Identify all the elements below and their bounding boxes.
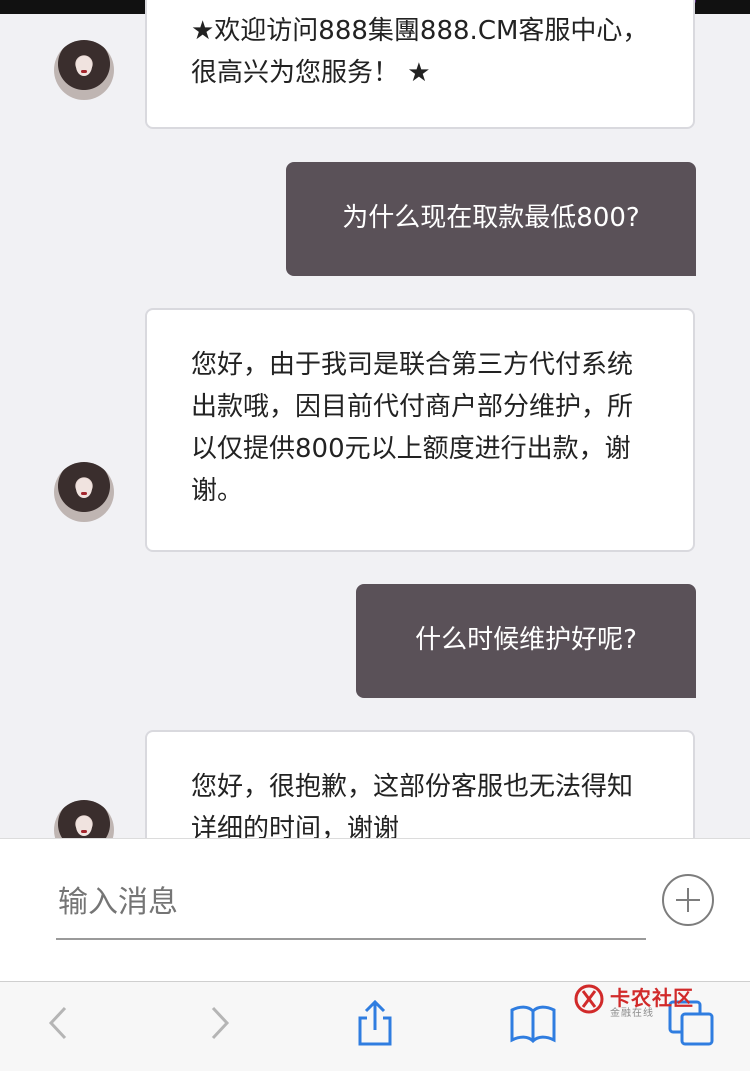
back-icon[interactable] [35, 998, 85, 1048]
outgoing-message: 为什么现在取款最低800? [286, 162, 696, 276]
agent-avatar [54, 462, 114, 522]
outgoing-message: 什么时候维护好呢? [356, 584, 696, 698]
agent-avatar [54, 800, 114, 838]
agent-avatar [54, 40, 114, 100]
message-text: 为什么现在取款最低800? [342, 203, 640, 233]
message-text: ★欢迎访问888集團888.CM客服中心，很高兴为您服务！ ★ [191, 16, 649, 88]
incoming-message: 您好，由于我司是联合第三方代付系统出款哦，因目前代付商户部分维护，所以仅提供80… [145, 308, 695, 552]
input-underline [56, 938, 646, 940]
chat-area[interactable]: ★欢迎访问888集團888.CM客服中心，很高兴为您服务！ ★ 为什么现在取款最… [0, 0, 750, 838]
message-text: 您好，很抱歉，这部份客服也无法得知详细的时间，谢谢 [191, 772, 634, 838]
share-icon[interactable] [350, 998, 400, 1048]
incoming-message: 您好，很抱歉，这部份客服也无法得知详细的时间，谢谢 [145, 730, 695, 838]
incoming-message: ★欢迎访问888集團888.CM客服中心，很高兴为您服务！ ★ [145, 0, 695, 129]
message-text: 您好，由于我司是联合第三方代付系统出款哦，因目前代付商户部分维护，所以仅提供80… [191, 350, 634, 506]
community-logo-icon [574, 984, 604, 1014]
message-input[interactable] [56, 866, 650, 938]
watermark-subtitle: 金融在线 [610, 1008, 654, 1019]
bookmarks-icon[interactable] [508, 998, 558, 1048]
community-watermark: 卡农社区 金融在线 [574, 982, 694, 1022]
forward-icon[interactable] [193, 998, 243, 1048]
message-text: 什么时候维护好呢? [415, 625, 637, 655]
add-attachment-button[interactable] [662, 874, 714, 926]
